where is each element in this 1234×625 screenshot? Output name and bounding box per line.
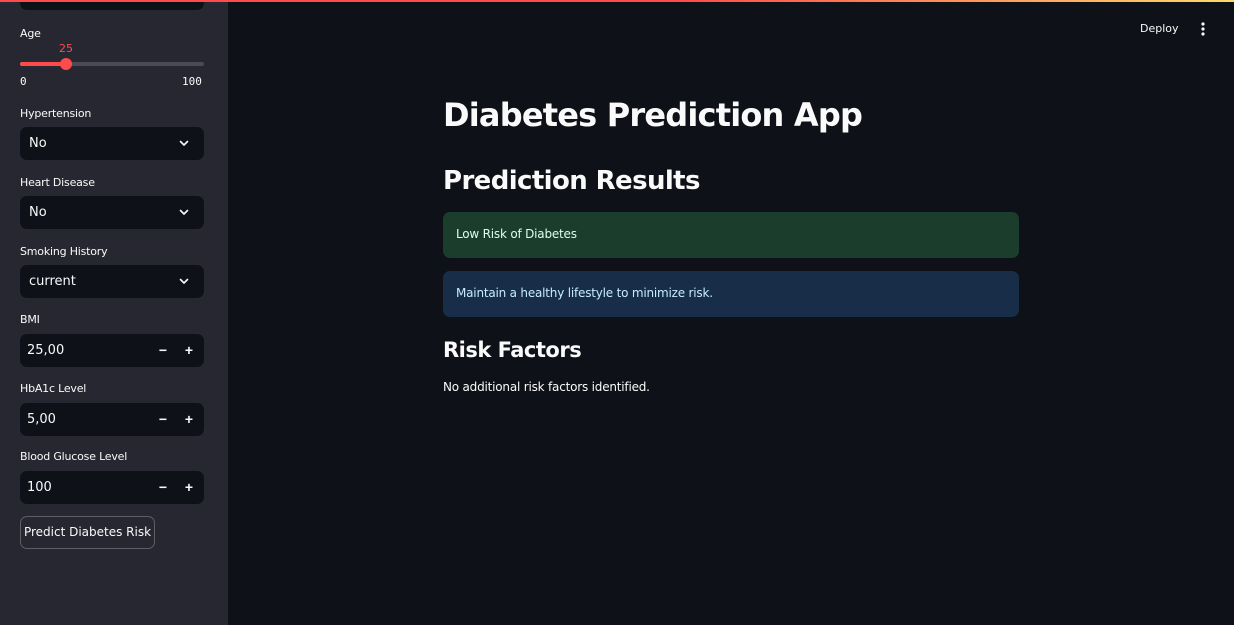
age-slider-thumb[interactable] [60,58,72,70]
age-slider-max: 100 [182,75,202,88]
smoking-history-select[interactable]: current [20,265,204,298]
deploy-button[interactable]: Deploy [1140,22,1179,35]
predict-button[interactable]: Predict Diabetes Risk [20,516,155,549]
bmi-decrement-button[interactable]: − [150,334,176,367]
sidebar: Age 25 0 100 Hypertension No Heart Disea… [0,0,228,625]
more-vertical-icon[interactable] [1196,20,1210,38]
heart-disease-label: Heart Disease [20,176,95,189]
hba1c-label: HbA1c Level [20,382,87,395]
hypertension-value: No [29,136,47,151]
hypertension-label: Hypertension [20,107,92,120]
info-alert: Maintain a healthy lifestyle to minimize… [443,271,1019,317]
success-alert: Low Risk of Diabetes [443,212,1019,258]
glucose-increment-button[interactable]: + [176,471,202,504]
risk-factors-text: No additional risk factors identified. [443,380,650,394]
smoking-history-label: Smoking History [20,245,108,258]
heart-disease-select[interactable]: No [20,196,204,229]
hypertension-select[interactable]: No [20,127,204,160]
hba1c-increment-button[interactable]: + [176,403,202,436]
age-slider-value: 25 [59,42,73,55]
info-alert-text: Maintain a healthy lifestyle to minimize… [456,286,713,300]
heart-disease-value: No [29,205,47,220]
page-title: Diabetes Prediction App [443,96,863,134]
hba1c-decrement-button[interactable]: − [150,403,176,436]
top-decoration-bar [0,0,1234,2]
risk-factors-heading: Risk Factors [443,338,582,362]
bmi-input[interactable]: 25,00 − + [20,334,204,367]
success-alert-text: Low Risk of Diabetes [456,227,577,241]
hba1c-input[interactable]: 5,00 − + [20,403,204,436]
chevron-down-icon [179,209,189,215]
glucose-decrement-button[interactable]: − [150,471,176,504]
age-slider[interactable] [20,58,204,70]
age-slider-min: 0 [20,75,27,88]
bmi-increment-button[interactable]: + [176,334,202,367]
hba1c-value: 5,00 [27,412,56,427]
chevron-down-icon [179,140,189,146]
results-heading: Prediction Results [443,166,700,196]
glucose-value: 100 [27,480,52,495]
glucose-label: Blood Glucose Level [20,450,128,463]
glucose-input[interactable]: 100 − + [20,471,204,504]
bmi-value: 25,00 [27,343,65,358]
age-label: Age [20,27,41,40]
smoking-history-value: current [29,274,76,289]
chevron-down-icon [179,278,189,284]
bmi-label: BMI [20,313,40,326]
